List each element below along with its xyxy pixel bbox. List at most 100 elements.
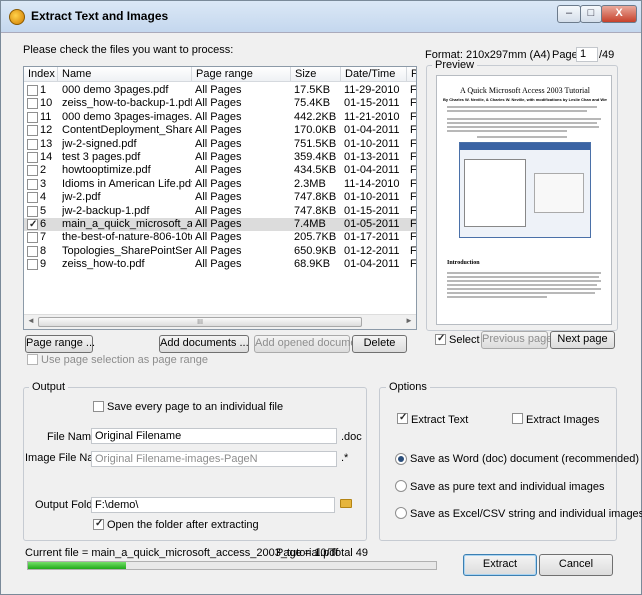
- minimize-button[interactable]: –: [557, 5, 581, 23]
- table-row[interactable]: 10 zeiss_how-to-backup-1.pdf All Pages 75.4…: [24, 97, 416, 110]
- row-checkbox[interactable]: [27, 111, 38, 123]
- page-label: Page: [552, 49, 578, 61]
- select-checkbox[interactable]: [435, 333, 446, 345]
- save-excel-radio[interactable]: [395, 507, 407, 519]
- row-path: F:: [410, 164, 417, 177]
- image-extension: .*: [341, 452, 349, 464]
- title-bar[interactable]: Extract Text and Images – □ X: [1, 1, 641, 33]
- row-checkbox[interactable]: [27, 205, 38, 217]
- extract-button[interactable]: Extract: [463, 554, 537, 576]
- table-row[interactable]: 11 000 demo 3pages-images.pdfAll Pages 442…: [24, 110, 417, 124]
- next-page-button[interactable]: Next page: [550, 331, 615, 349]
- save-every-page-checkbox[interactable]: [93, 401, 104, 412]
- open-folder-checkbox[interactable]: [93, 518, 104, 530]
- row-size: 359.4KB: [294, 151, 337, 163]
- cancel-button[interactable]: Cancel: [539, 554, 613, 576]
- table-row[interactable]: 4 jw-2.pdf All Pages 747.8KB 01-10-2011 F:: [24, 191, 416, 204]
- row-index: 4: [40, 191, 47, 204]
- row-path: F:: [410, 110, 417, 123]
- table-row[interactable]: 8 Topologies_SharePointServer2...All Page…: [24, 244, 416, 258]
- extract-text-checkbox[interactable]: [397, 412, 408, 424]
- add-opened-documents-button[interactable]: Add opened documents: [254, 335, 371, 353]
- page-number-input[interactable]: 1: [576, 47, 598, 62]
- column-header-path[interactable]: P: [407, 67, 416, 82]
- row-checkbox[interactable]: [27, 85, 38, 96]
- row-page-range: All Pages: [195, 258, 242, 271]
- image-file-name-input[interactable]: Original Filename-images-PageN: [91, 451, 337, 467]
- folder-icon[interactable]: [340, 499, 352, 508]
- output-folder-input[interactable]: F:\demo\: [91, 497, 335, 513]
- page-range-button[interactable]: Page range ...: [25, 335, 95, 353]
- row-checkbox[interactable]: [27, 259, 38, 271]
- scroll-right-icon[interactable]: ►: [405, 316, 413, 325]
- row-checkbox[interactable]: [27, 192, 38, 204]
- row-date: 01-10-2011: [344, 137, 400, 150]
- table-row[interactable]: 3 Idioms in American Life.pdf All Pages 2.3…: [24, 177, 416, 191]
- row-checkbox[interactable]: [27, 245, 38, 257]
- row-file-name: test 3 pages.pdf: [62, 151, 141, 163]
- previous-page-button[interactable]: Previous page: [481, 331, 552, 349]
- add-documents-button[interactable]: Add documents ...: [159, 335, 249, 353]
- column-header-page-range[interactable]: Page range: [192, 67, 291, 82]
- save-word-radio[interactable]: [395, 453, 407, 465]
- row-index: 13: [40, 137, 53, 150]
- table-row[interactable]: 2 howtooptimize.pdf All Pages 434.5KB 01-04-…: [24, 164, 417, 177]
- row-size: 2.3MB: [294, 177, 326, 190]
- row-date: 01-12-2011: [344, 244, 400, 257]
- column-header-date[interactable]: Date/Time: [341, 67, 407, 82]
- table-row[interactable]: 7 the-best-of-nature-806-10toPD...All Pag…: [24, 231, 416, 244]
- output-legend: Output: [29, 381, 69, 393]
- close-button[interactable]: X: [601, 5, 637, 23]
- row-index: 9: [40, 258, 47, 271]
- row-index: 11: [40, 110, 52, 123]
- horizontal-scrollbar[interactable]: ◄ III ►: [24, 314, 416, 329]
- use-page-selection-checkbox[interactable]: [27, 354, 38, 365]
- file-list[interactable]: Index Name Page range Size Date/Time P 1…: [23, 66, 417, 330]
- row-page-range: All Pages: [195, 164, 242, 177]
- row-file-name: ContentDeployment_SharePoi...: [62, 124, 192, 137]
- save-text-radio[interactable]: [395, 480, 407, 492]
- scroll-thumb[interactable]: III: [38, 317, 362, 327]
- extract-images-checkbox[interactable]: [512, 413, 523, 424]
- row-file-name: Idioms in American Life.pdf: [62, 177, 192, 190]
- row-date: 01-15-2011: [344, 204, 400, 217]
- row-date: 11-29-2010: [344, 84, 400, 96]
- column-header-name[interactable]: Name: [58, 67, 192, 82]
- table-row[interactable]: 5 jw-2-backup-1.pdf All Pages 747.8KB 01-15-…: [24, 204, 416, 218]
- table-row[interactable]: 13 jw-2-signed.pdf All Pages 751.5KB 01-10-2…: [24, 137, 416, 151]
- row-checkbox[interactable]: [27, 152, 38, 163]
- row-checkbox[interactable]: [27, 125, 38, 137]
- table-row[interactable]: 12 ContentDeployment_SharePoi...All Pages…: [24, 124, 416, 137]
- app-icon: [9, 9, 25, 25]
- row-file-name: main_a_quick_microsoft_acce...: [62, 218, 192, 230]
- row-file-name: jw-2-backup-1.pdf: [62, 204, 150, 217]
- row-page-range: All Pages: [195, 191, 242, 204]
- maximize-button[interactable]: □: [580, 5, 602, 23]
- row-checkbox[interactable]: [27, 165, 38, 177]
- row-checkbox[interactable]: [27, 178, 38, 190]
- table-row[interactable]: 14 test 3 pages.pdf All Pages 359.4KB 01-13-…: [24, 151, 416, 164]
- row-checkbox[interactable]: [27, 138, 38, 150]
- scroll-left-icon[interactable]: ◄: [27, 316, 35, 325]
- row-checkbox[interactable]: [27, 232, 38, 244]
- column-header-size[interactable]: Size: [291, 67, 341, 82]
- row-size: 205.7KB: [294, 231, 337, 244]
- preview-page: A Quick Microsoft Access 2003 Tutorial B…: [436, 75, 612, 325]
- row-date: 01-13-2011: [344, 151, 400, 163]
- open-folder-label: Open the folder after extracting: [107, 519, 259, 531]
- table-row[interactable]: 1 000 demo 3pages.pdf All Pages 17.5KB 11-29…: [24, 84, 416, 97]
- row-index: 10: [40, 97, 53, 110]
- window-title: Extract Text and Images: [31, 9, 169, 23]
- column-header-index[interactable]: Index: [24, 67, 58, 82]
- file-name-input[interactable]: Original Filename: [91, 428, 337, 444]
- row-checkbox[interactable]: [27, 218, 38, 231]
- row-checkbox[interactable]: [27, 98, 38, 110]
- row-path: F:: [410, 258, 417, 271]
- delete-button[interactable]: Delete: [352, 335, 407, 353]
- table-row[interactable]: 9 zeiss_how-to.pdf All Pages 68.9KB 01-04-20…: [24, 258, 417, 271]
- row-index: 12: [40, 124, 53, 137]
- table-row[interactable]: 6 main_a_quick_microsoft_acce...All Pages…: [24, 218, 416, 231]
- row-date: 01-10-2011: [344, 191, 400, 204]
- row-size: 75.4KB: [294, 97, 331, 110]
- list-header: Index Name Page range Size Date/Time P: [24, 67, 416, 82]
